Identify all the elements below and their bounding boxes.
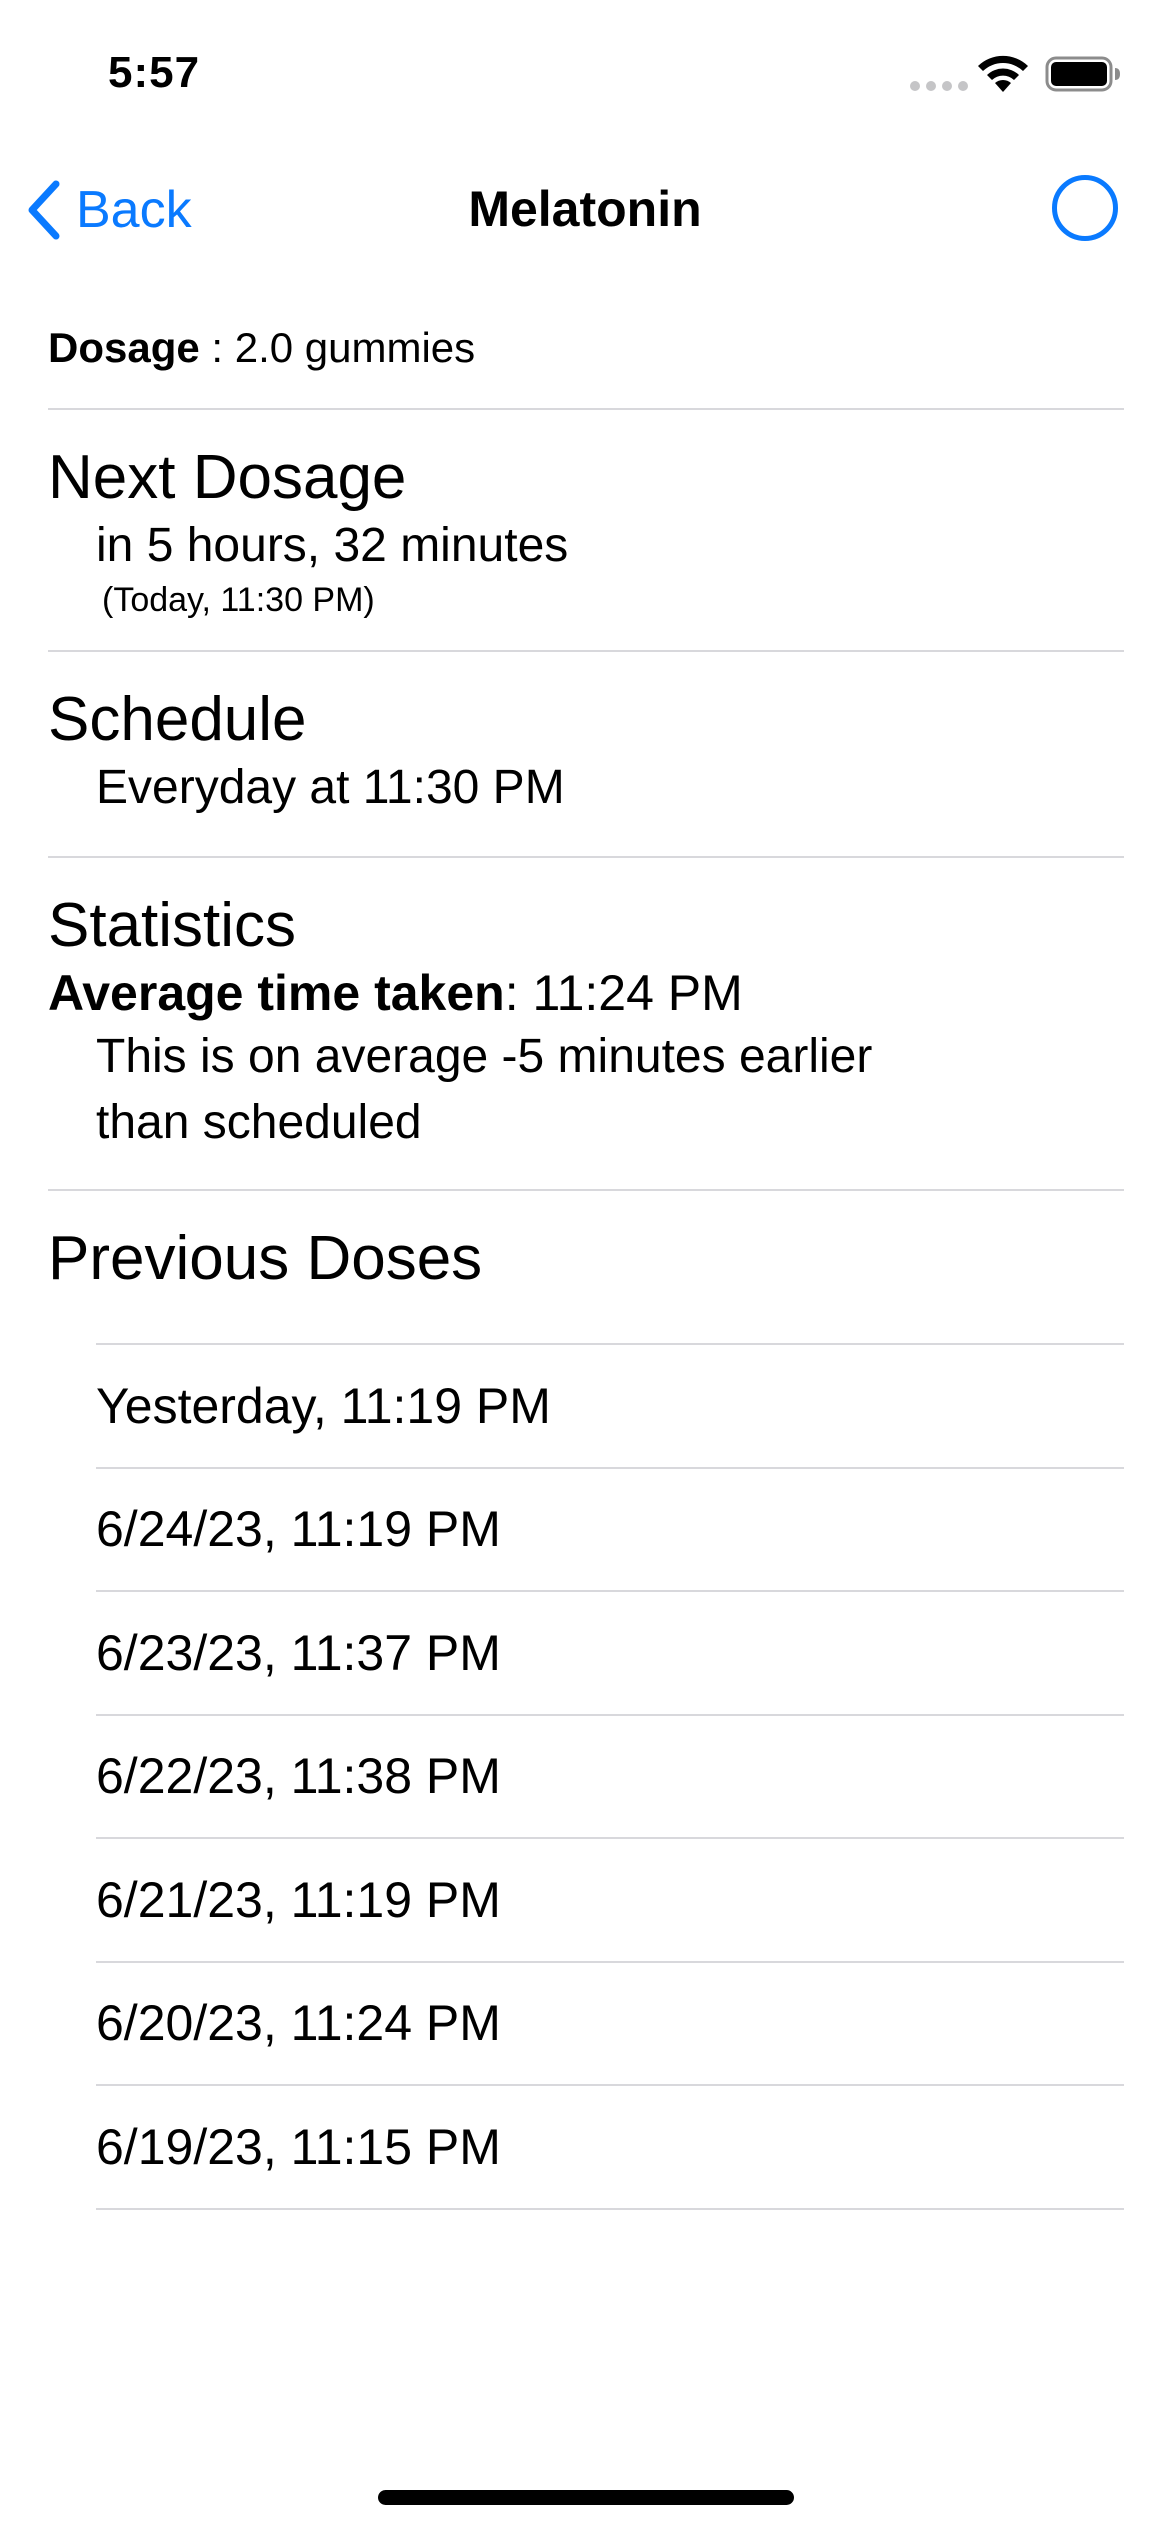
- average-time-label: Average time taken: [48, 965, 505, 1021]
- navigation-bar: Back Melatonin: [0, 150, 1170, 270]
- average-time-line: Average time taken: 11:24 PM: [48, 962, 1124, 1024]
- previous-doses-list: Yesterday, 11:19 PM 6/24/23, 11:19 PM 6/…: [96, 1343, 1124, 2210]
- next-dosage-title: Next Dosage: [48, 443, 407, 512]
- screen: 5:57 Back Melatonin Dosage : 2.0 gummies: [0, 0, 1170, 2532]
- next-dosage-absolute: (Today, 11:30 PM): [102, 581, 375, 619]
- page-title: Melatonin: [468, 181, 702, 237]
- list-item[interactable]: 6/19/23, 11:15 PM: [96, 2086, 1124, 2210]
- statistics-section: Statistics Average time taken: 11:24 PM …: [48, 858, 1124, 1191]
- list-item[interactable]: 6/22/23, 11:38 PM: [96, 1716, 1124, 1839]
- schedule-text: Everyday at 11:30 PM: [96, 761, 565, 814]
- statistics-title: Statistics: [48, 891, 297, 960]
- list-item[interactable]: 6/24/23, 11:19 PM: [96, 1469, 1124, 1592]
- schedule-section: Schedule Everyday at 11:30 PM: [48, 652, 1124, 858]
- statistics-description: This is on average -5 minutes earlier th…: [96, 1030, 873, 1149]
- next-dosage-relative: in 5 hours, 32 minutes: [96, 519, 569, 572]
- dosage-value: 2.0 gummies: [234, 324, 476, 371]
- home-indicator[interactable]: [378, 2490, 794, 2505]
- cellular-dots-icon: [910, 81, 968, 91]
- previous-doses-title: Previous Doses: [48, 1224, 483, 1293]
- dosage-label: Dosage: [48, 324, 200, 371]
- status-time: 5:57: [108, 48, 201, 97]
- list-item[interactable]: Yesterday, 11:19 PM: [96, 1345, 1124, 1469]
- list-item[interactable]: 6/23/23, 11:37 PM: [96, 1592, 1124, 1716]
- list-item[interactable]: 6/20/23, 11:24 PM: [96, 1963, 1124, 2086]
- battery-icon: [1045, 56, 1120, 92]
- next-dosage-section: Next Dosage in 5 hours, 32 minutes (Toda…: [48, 410, 1124, 652]
- wifi-icon: [978, 55, 1028, 92]
- circle-icon[interactable]: [1052, 175, 1118, 241]
- schedule-title: Schedule: [48, 685, 307, 754]
- average-time-value: : 11:24 PM: [504, 965, 743, 1021]
- status-bar: 5:57: [0, 0, 1170, 150]
- dosage-row: Dosage : 2.0 gummies: [48, 270, 1124, 410]
- dosage-separator: :: [199, 324, 235, 371]
- content: Dosage : 2.0 gummies Next Dosage in 5 ho…: [48, 270, 1124, 2210]
- list-item[interactable]: 6/21/23, 11:19 PM: [96, 1839, 1124, 1963]
